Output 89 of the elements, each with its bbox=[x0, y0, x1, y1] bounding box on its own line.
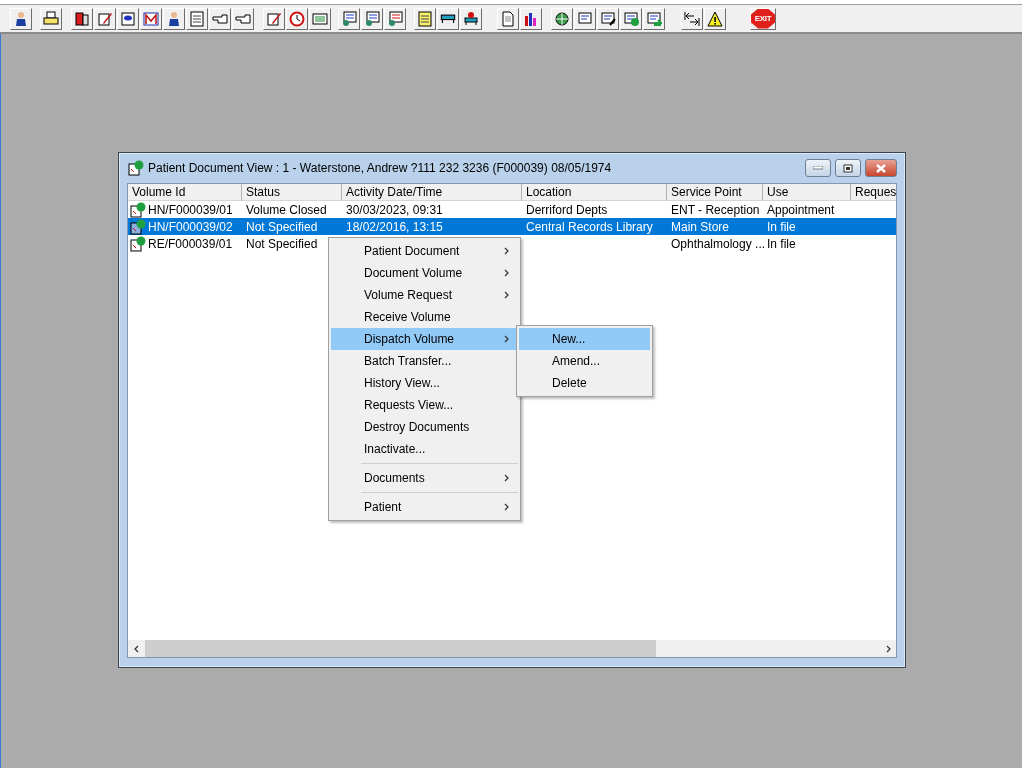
table-cell: In file bbox=[767, 219, 796, 234]
toolbar-button[interactable] bbox=[681, 7, 703, 30]
document-icon bbox=[500, 10, 516, 27]
person-icon bbox=[166, 10, 182, 27]
column-header[interactable]: Use bbox=[763, 184, 851, 201]
table-cell: HN/F000039/02 bbox=[148, 219, 233, 234]
table-cell: RE/F000039/01 bbox=[148, 236, 233, 251]
column-header[interactable]: Reques bbox=[851, 184, 896, 201]
menu-item[interactable]: Documents bbox=[331, 467, 518, 489]
chevron-left-icon bbox=[132, 644, 141, 653]
toolbar-button[interactable] bbox=[94, 7, 116, 30]
table-cell: 18/02/2016, 13:15 bbox=[346, 219, 443, 234]
menu-item[interactable]: Requests View... bbox=[331, 394, 518, 416]
document-globe-icon bbox=[128, 160, 144, 176]
table-cell: Volume Closed bbox=[246, 202, 327, 217]
column-header[interactable]: Location bbox=[522, 184, 667, 201]
menu-item[interactable]: Document Volume bbox=[331, 262, 518, 284]
toolbar-button[interactable] bbox=[551, 7, 573, 30]
table-cell: Derriford Depts bbox=[526, 202, 608, 217]
document-pen-icon bbox=[97, 10, 113, 27]
printer-icon bbox=[43, 10, 59, 27]
tab-arrows-icon bbox=[684, 10, 700, 27]
form-pen-icon bbox=[600, 10, 616, 27]
maximize-button[interactable] bbox=[835, 159, 861, 177]
column-header[interactable]: Service Point bbox=[667, 184, 763, 201]
toolbar-button[interactable] bbox=[40, 7, 62, 30]
table-cell: Not Specified bbox=[246, 236, 318, 251]
table-cell: ENT - Reception bbox=[671, 202, 760, 217]
form-icon bbox=[577, 10, 593, 27]
scrollbar-thumb[interactable] bbox=[145, 640, 656, 657]
toolbar-button[interactable] bbox=[10, 7, 32, 30]
globe-icon bbox=[554, 10, 570, 27]
notepad-icon bbox=[417, 10, 433, 27]
bed-icon bbox=[440, 13, 456, 24]
warning-icon bbox=[707, 10, 723, 27]
menu-item[interactable]: New... bbox=[519, 328, 650, 350]
table-cell: Central Records Library bbox=[526, 219, 653, 234]
table-row[interactable]: HN/F000039/02 Not Specified 18/02/2016, 13:15 Central Records Library Main Store In file bbox=[128, 218, 896, 235]
toolbar-button[interactable] bbox=[263, 7, 285, 30]
screen-icon bbox=[312, 10, 328, 27]
toolbar-button[interactable] bbox=[140, 7, 162, 30]
window-title: Patient Document View : 1 - Waterstone, Andrew ?111 232 3236 (F000039) 08/05/1974 bbox=[148, 161, 613, 175]
menu-item[interactable]: Destroy Documents bbox=[331, 416, 518, 438]
table-cell: Not Specified bbox=[246, 219, 318, 234]
menu-item[interactable]: History View... bbox=[331, 372, 518, 394]
toolbar-button[interactable] bbox=[163, 7, 185, 30]
column-header[interactable]: Activity Date/Time bbox=[342, 184, 522, 201]
menu-item[interactable]: Volume Request bbox=[331, 284, 518, 306]
restore-icon bbox=[843, 163, 853, 173]
document-eye-icon bbox=[120, 10, 136, 27]
bed-person-icon bbox=[463, 10, 479, 27]
column-header[interactable]: Status bbox=[242, 184, 342, 201]
column-header[interactable]: Volume Id bbox=[128, 184, 242, 201]
table-cell: In file bbox=[767, 236, 796, 251]
minimize-button[interactable] bbox=[805, 159, 831, 177]
menu-item[interactable]: Inactivate... bbox=[331, 438, 518, 460]
list-person-icon bbox=[364, 10, 380, 27]
person-icon bbox=[13, 10, 29, 27]
menu-item[interactable]: Amend... bbox=[519, 350, 650, 372]
table-cell: Appointment bbox=[767, 202, 835, 217]
toolbar-button[interactable] bbox=[437, 7, 459, 30]
menu-item[interactable]: Receive Volume bbox=[331, 306, 518, 328]
form-globe-icon bbox=[623, 10, 639, 27]
book-icon bbox=[74, 10, 90, 27]
letter-icon bbox=[143, 10, 159, 27]
document-globe-icon bbox=[130, 218, 146, 235]
menu-item[interactable]: Patient bbox=[331, 496, 518, 518]
exit-button[interactable]: EXIT bbox=[750, 7, 776, 30]
toolbar-button[interactable] bbox=[597, 7, 619, 30]
table-cell: Ophthalmology ... bbox=[671, 236, 766, 251]
form-arrows-icon bbox=[646, 10, 662, 27]
table-cell: HN/F000039/01 bbox=[148, 202, 233, 217]
close-icon bbox=[876, 163, 886, 173]
minimize-icon bbox=[813, 166, 823, 170]
document-globe-icon bbox=[130, 201, 146, 218]
toolbar-button[interactable] bbox=[460, 7, 482, 30]
close-button[interactable] bbox=[865, 159, 897, 177]
clock-icon bbox=[289, 10, 305, 27]
menu-item[interactable]: Dispatch Volume bbox=[331, 328, 518, 350]
toolbar-button[interactable] bbox=[520, 7, 542, 30]
table-cell: 30/03/2023, 09:31 bbox=[346, 202, 443, 217]
menu-item[interactable]: Delete bbox=[519, 372, 650, 394]
toolbar-button[interactable] bbox=[117, 7, 139, 30]
menu-item[interactable]: Patient Document bbox=[331, 240, 518, 262]
toolbar-button[interactable] bbox=[71, 7, 93, 30]
table-cell: Main Store bbox=[671, 219, 730, 234]
menu-item[interactable]: Batch Transfer... bbox=[331, 350, 518, 372]
toolbar-button[interactable] bbox=[704, 7, 726, 30]
bar-chart-icon bbox=[523, 10, 539, 27]
